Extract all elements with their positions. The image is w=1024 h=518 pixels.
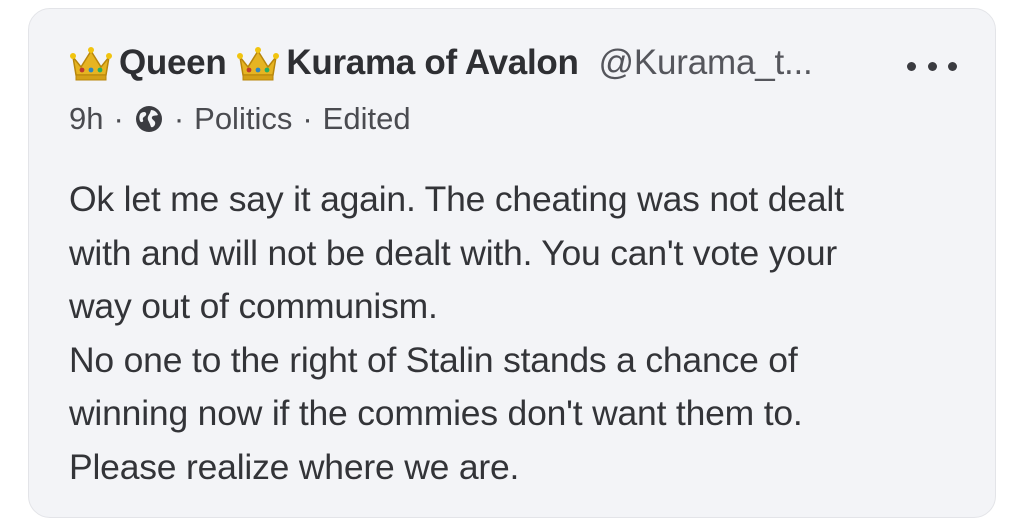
author-name-part2[interactable]: Kurama of Avalon	[286, 43, 578, 83]
post-category[interactable]: Politics	[194, 101, 292, 137]
more-options-icon[interactable]	[907, 59, 957, 73]
post-body-line: No one to the right of Stalin stands a c…	[69, 339, 798, 380]
post-body-line: Please realize where we are.	[69, 446, 520, 487]
post-header: Queen Kurama of Avalon @Kurama_t...	[69, 39, 813, 87]
globe-icon	[135, 106, 162, 132]
post-edited-status[interactable]: Edited	[323, 101, 411, 137]
post-body: Ok let me say it again. The cheating was…	[69, 173, 979, 494]
more-dot	[907, 61, 916, 71]
more-dot	[927, 61, 937, 71]
more-dot	[948, 61, 957, 71]
post-meta: 9h · · Politics · Edited	[69, 97, 411, 141]
meta-separator: ·	[302, 101, 313, 136]
post-card[interactable]: Queen Kurama of Avalon @Kurama_t... 9h ·…	[28, 8, 996, 518]
meta-separator: ·	[173, 101, 185, 136]
author-name-part1[interactable]: Queen	[119, 43, 227, 83]
author-handle[interactable]: @Kurama_t...	[599, 43, 813, 83]
crown-icon	[70, 47, 112, 81]
post-body-line: with and will not be dealt with. You can…	[69, 232, 838, 273]
post-body-line: Ok let me say it again. The cheating was…	[69, 179, 844, 219]
post-time[interactable]: 9h	[69, 101, 103, 137]
post-body-line: way out of communism.	[69, 286, 438, 326]
crown-icon	[237, 47, 280, 81]
post-body-line: winning now if the commies don't want th…	[69, 393, 803, 433]
meta-separator: ·	[113, 101, 124, 136]
